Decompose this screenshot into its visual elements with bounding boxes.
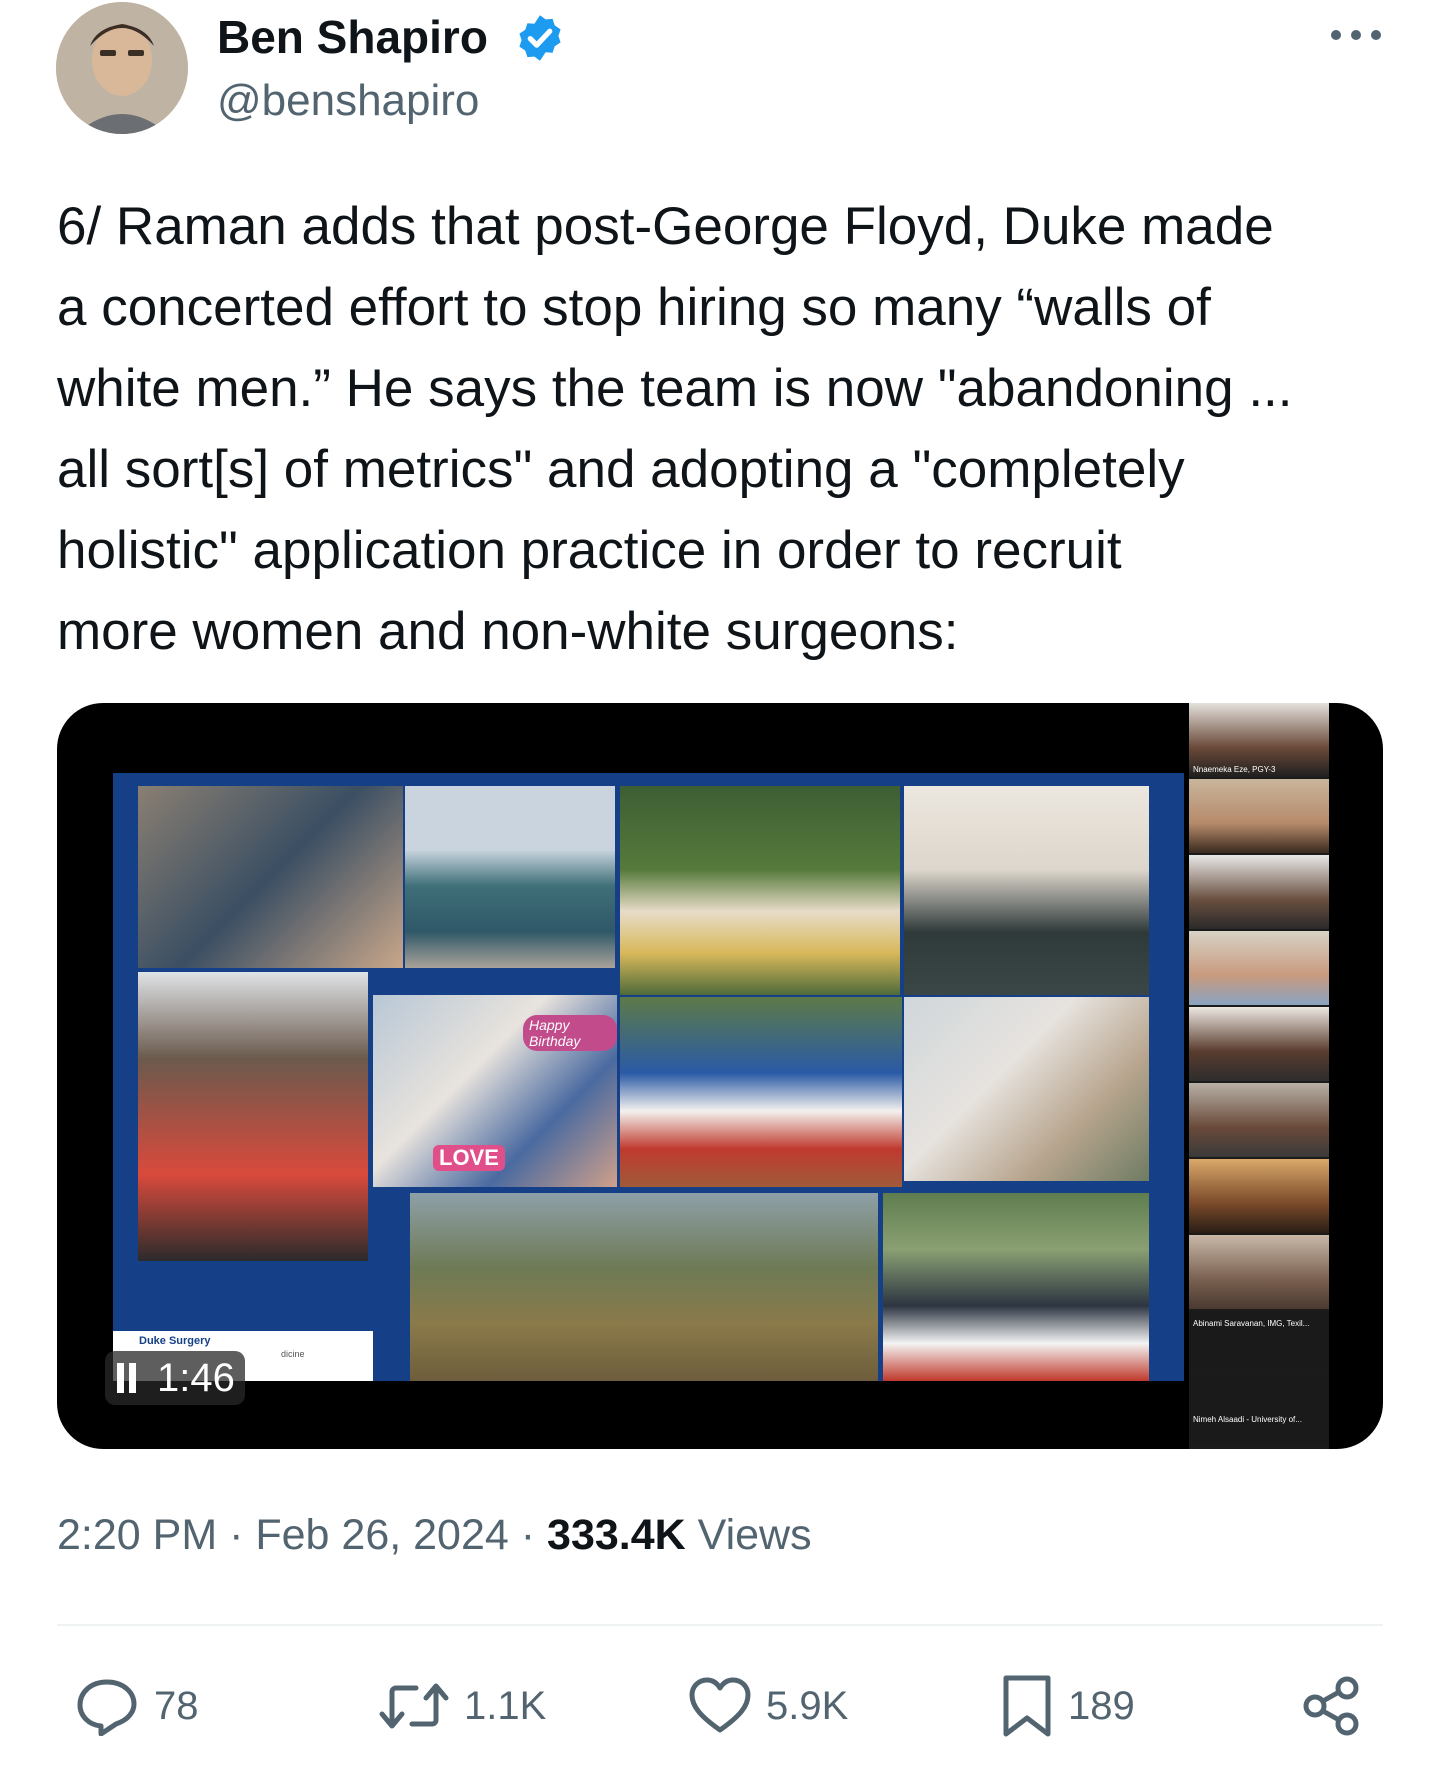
photo-caption-birthday: Happy Birthday bbox=[523, 1015, 617, 1051]
collage-photo bbox=[405, 786, 615, 968]
duke-surgery-logo-sub: dicine bbox=[281, 1349, 305, 1359]
like-button[interactable]: 5.9K bbox=[688, 1676, 848, 1736]
video-player[interactable]: LOVE Happy Birthday Duke Surgery dicine … bbox=[57, 703, 1383, 1449]
participant-tile: Abinami Saravanan, IMG, Texil... bbox=[1189, 1311, 1329, 1371]
tweet-text-line: holistic" application practice in order … bbox=[57, 521, 1122, 580]
participant-tile bbox=[1189, 779, 1329, 853]
collage-photo bbox=[883, 1193, 1149, 1381]
tweet-date[interactable]: Feb 26, 2024 bbox=[255, 1511, 508, 1559]
reply-count: 78 bbox=[154, 1683, 199, 1728]
more-options-icon[interactable] bbox=[1326, 18, 1386, 52]
bookmark-button[interactable]: 189 bbox=[1000, 1675, 1135, 1737]
share-icon bbox=[1303, 1676, 1359, 1736]
tweet-time[interactable]: 2:20 PM bbox=[57, 1511, 217, 1559]
video-playback-control[interactable]: 1:46 bbox=[105, 1351, 245, 1405]
tweet-text-line: a concerted effort to stop hiring so man… bbox=[57, 278, 1211, 337]
meta-separator: · bbox=[520, 1511, 536, 1559]
like-count: 5.9K bbox=[766, 1683, 849, 1728]
collage-photo bbox=[904, 997, 1149, 1181]
tweet-meta: 2:20 PM · Feb 26, 2024 · 333.4K Views bbox=[57, 1505, 812, 1565]
collage-photo bbox=[410, 1193, 878, 1381]
participant-tile bbox=[1189, 1083, 1329, 1157]
reply-icon bbox=[77, 1679, 137, 1736]
collage-photo bbox=[620, 997, 902, 1187]
participant-tile bbox=[1189, 1235, 1329, 1309]
collage-photo: LOVE Happy Birthday bbox=[373, 995, 617, 1187]
reply-button[interactable]: 78 bbox=[74, 1676, 199, 1736]
participant-tile: Nimeh Alsaadi - University of... bbox=[1189, 1373, 1329, 1443]
bookmark-count: 189 bbox=[1068, 1683, 1135, 1728]
photo-caption-love: LOVE bbox=[433, 1145, 505, 1171]
collage-photo bbox=[904, 786, 1149, 995]
meta-separator: · bbox=[229, 1511, 244, 1559]
repost-icon bbox=[379, 1683, 449, 1729]
duke-surgery-logo: Duke Surgery bbox=[139, 1335, 211, 1347]
repost-button[interactable]: 1.1K bbox=[378, 1676, 546, 1736]
participant-tile bbox=[1189, 1159, 1329, 1233]
tweet-text-line: all sort[s] of metrics" and adopting a "… bbox=[57, 440, 1185, 499]
divider bbox=[57, 1624, 1383, 1626]
participant-name: Nimeh Alsaadi - University of... bbox=[1193, 1415, 1302, 1424]
author-name[interactable]: Ben Shapiro bbox=[217, 10, 488, 64]
heart-icon bbox=[689, 1677, 751, 1733]
participant-tile: Nnaemeka Eze, PGY-3 bbox=[1189, 703, 1329, 777]
views-count[interactable]: 333.4K bbox=[547, 1511, 686, 1559]
participant-tile bbox=[1189, 1007, 1329, 1081]
author-handle[interactable]: @benshapiro bbox=[217, 74, 479, 128]
repost-count: 1.1K bbox=[464, 1683, 547, 1728]
video-elapsed-time: 1:46 bbox=[157, 1356, 235, 1400]
tweet-text-line: white men.” He says the team is now "aba… bbox=[57, 359, 1293, 418]
participant-tile bbox=[1189, 931, 1329, 1005]
tweet-text-line: more women and non-white surgeons: bbox=[57, 602, 959, 661]
tweet-text: 6/ Raman adds that post-George Floyd, Du… bbox=[57, 186, 1407, 672]
bookmark-icon bbox=[1003, 1675, 1051, 1737]
presentation-slide: LOVE Happy Birthday Duke Surgery dicine bbox=[113, 773, 1184, 1381]
participant-tile bbox=[1189, 855, 1329, 929]
avatar-photo bbox=[56, 2, 188, 134]
tweet-text-line: 6/ Raman adds that post-George Floyd, Du… bbox=[57, 197, 1274, 256]
participant-gallery: Nnaemeka Eze, PGY-3 Abinami Saravanan, I… bbox=[1189, 703, 1329, 1449]
participant-name: Abinami Saravanan, IMG, Texil... bbox=[1193, 1319, 1310, 1328]
pause-icon[interactable] bbox=[113, 1363, 139, 1393]
views-label: Views bbox=[697, 1511, 812, 1559]
author-avatar[interactable] bbox=[56, 2, 188, 134]
verified-badge-icon bbox=[519, 15, 561, 61]
share-button[interactable] bbox=[1300, 1676, 1364, 1736]
collage-photo bbox=[138, 786, 403, 968]
participant-name: Nnaemeka Eze, PGY-3 bbox=[1193, 765, 1276, 774]
collage-photo bbox=[138, 972, 368, 1261]
collage-photo bbox=[620, 786, 900, 995]
